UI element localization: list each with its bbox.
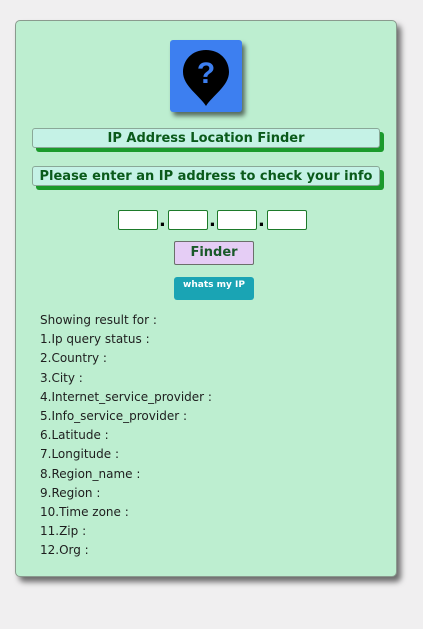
logo: ? — [170, 40, 242, 112]
whats-my-ip-button[interactable]: whats my IP — [174, 277, 254, 300]
location-question-icon: ? — [183, 50, 229, 106]
finder-button[interactable]: Finder — [174, 241, 254, 265]
ip-octet-4-input[interactable] — [267, 210, 307, 230]
result-header: Showing result for : — [40, 313, 157, 327]
result-zip: 11.Zip : — [40, 524, 87, 539]
result-latitude: 6.Latitude : — [40, 428, 109, 443]
ip-separator: . — [159, 210, 166, 231]
result-time-zone: 10.Time zone : — [40, 504, 129, 519]
result-region: 9.Region : — [40, 485, 101, 500]
result-region-name: 8.Region_name : — [40, 466, 141, 481]
page-title: IP Address Location Finder — [32, 128, 380, 148]
result-info-service-provider: 5.Info_service_provider : — [40, 408, 187, 423]
result-ip-query-status: 1.Ip query status : — [40, 332, 150, 347]
result-org: 12.Org : — [40, 543, 89, 558]
ip-octet-2-input[interactable] — [168, 210, 208, 230]
result-list: Showing result for : 1.Ip query status :… — [40, 311, 212, 560]
ip-separator: . — [209, 210, 216, 231]
ip-separator: . — [258, 210, 265, 231]
ip-octet-1-input[interactable] — [118, 210, 158, 230]
result-country: 2.Country : — [40, 351, 107, 366]
finder-card: ? IP Address Location Finder Please ente… — [15, 20, 397, 577]
instruction-banner: Please enter an IP address to check your… — [32, 166, 380, 186]
result-internet-service-provider: 4.Internet_service_provider : — [40, 389, 212, 404]
result-city: 3.City : — [40, 370, 83, 385]
svg-text:?: ? — [197, 57, 215, 90]
result-longitude: 7.Longitude : — [40, 447, 119, 462]
ip-octet-3-input[interactable] — [217, 210, 257, 230]
